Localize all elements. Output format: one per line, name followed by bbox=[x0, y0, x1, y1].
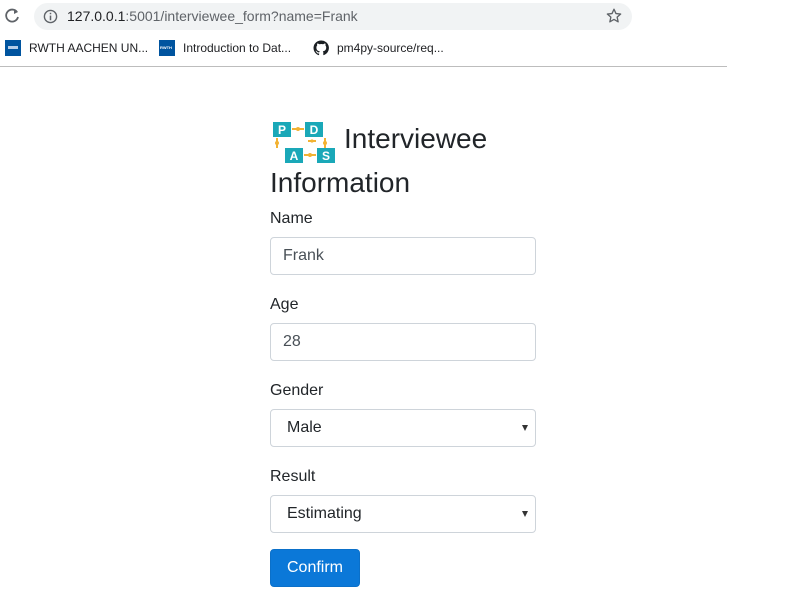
result-select[interactable]: Estimating bbox=[270, 495, 536, 533]
pads-logo: P D A S bbox=[273, 122, 335, 163]
logo-letter: S bbox=[322, 149, 330, 163]
page-title-line1: Interviewee bbox=[344, 123, 488, 154]
url-text[interactable]: 127.0.0.1:5001/interviewee_form?name=Fra… bbox=[67, 8, 358, 25]
rwth-logo-icon bbox=[159, 40, 175, 56]
bookmark-intro-data[interactable]: Introduction to Dat... bbox=[159, 38, 291, 58]
logo-tile-a: A bbox=[285, 148, 303, 163]
reload-icon[interactable] bbox=[2, 6, 22, 26]
rwth-logo-icon bbox=[5, 40, 21, 56]
bookmark-star-icon[interactable] bbox=[605, 7, 623, 25]
logo-tile-s: S bbox=[317, 148, 335, 163]
bookmark-rwth[interactable]: RWTH AACHEN UN... bbox=[5, 38, 148, 58]
github-icon bbox=[313, 40, 329, 56]
bookmark-label: Introduction to Dat... bbox=[183, 41, 292, 55]
age-input[interactable] bbox=[270, 323, 536, 361]
logo-letter: D bbox=[310, 123, 319, 137]
address-bar[interactable]: 127.0.0.1:5001/interviewee_form?name=Fra… bbox=[34, 3, 632, 30]
url-host: 127.0.0.1 bbox=[67, 8, 126, 24]
dropdown-arrow-icon bbox=[522, 511, 528, 517]
name-input[interactable] bbox=[270, 237, 536, 275]
logo-letter: P bbox=[278, 123, 286, 137]
confirm-button[interactable]: Confirm bbox=[270, 549, 360, 587]
info-icon[interactable] bbox=[43, 9, 58, 24]
bookmark-label: pm4py-source/req... bbox=[337, 41, 444, 55]
gender-label: Gender bbox=[270, 382, 324, 399]
logo-tile-p: P bbox=[273, 122, 291, 137]
bookmarks-bar: RWTH AACHEN UN... Introduction to Dat...… bbox=[0, 38, 727, 58]
page-title-line2: Information bbox=[270, 167, 411, 198]
bookmark-pm4py[interactable]: pm4py-source/req... bbox=[313, 38, 444, 58]
gender-selected-value: Male bbox=[287, 419, 322, 436]
bookmark-label: RWTH AACHEN UN... bbox=[29, 41, 149, 55]
url-path: :5001/interviewee_form?name=Frank bbox=[125, 8, 358, 24]
gender-select[interactable]: Male bbox=[270, 409, 536, 447]
browser-chrome: 127.0.0.1:5001/interviewee_form?name=Fra… bbox=[0, 0, 727, 67]
age-label: Age bbox=[270, 296, 299, 313]
result-selected-value: Estimating bbox=[287, 505, 362, 522]
result-label: Result bbox=[270, 468, 316, 485]
name-label: Name bbox=[270, 210, 313, 227]
logo-tile-d: D bbox=[305, 122, 323, 137]
logo-letter: A bbox=[290, 149, 299, 163]
dropdown-arrow-icon bbox=[522, 425, 528, 431]
